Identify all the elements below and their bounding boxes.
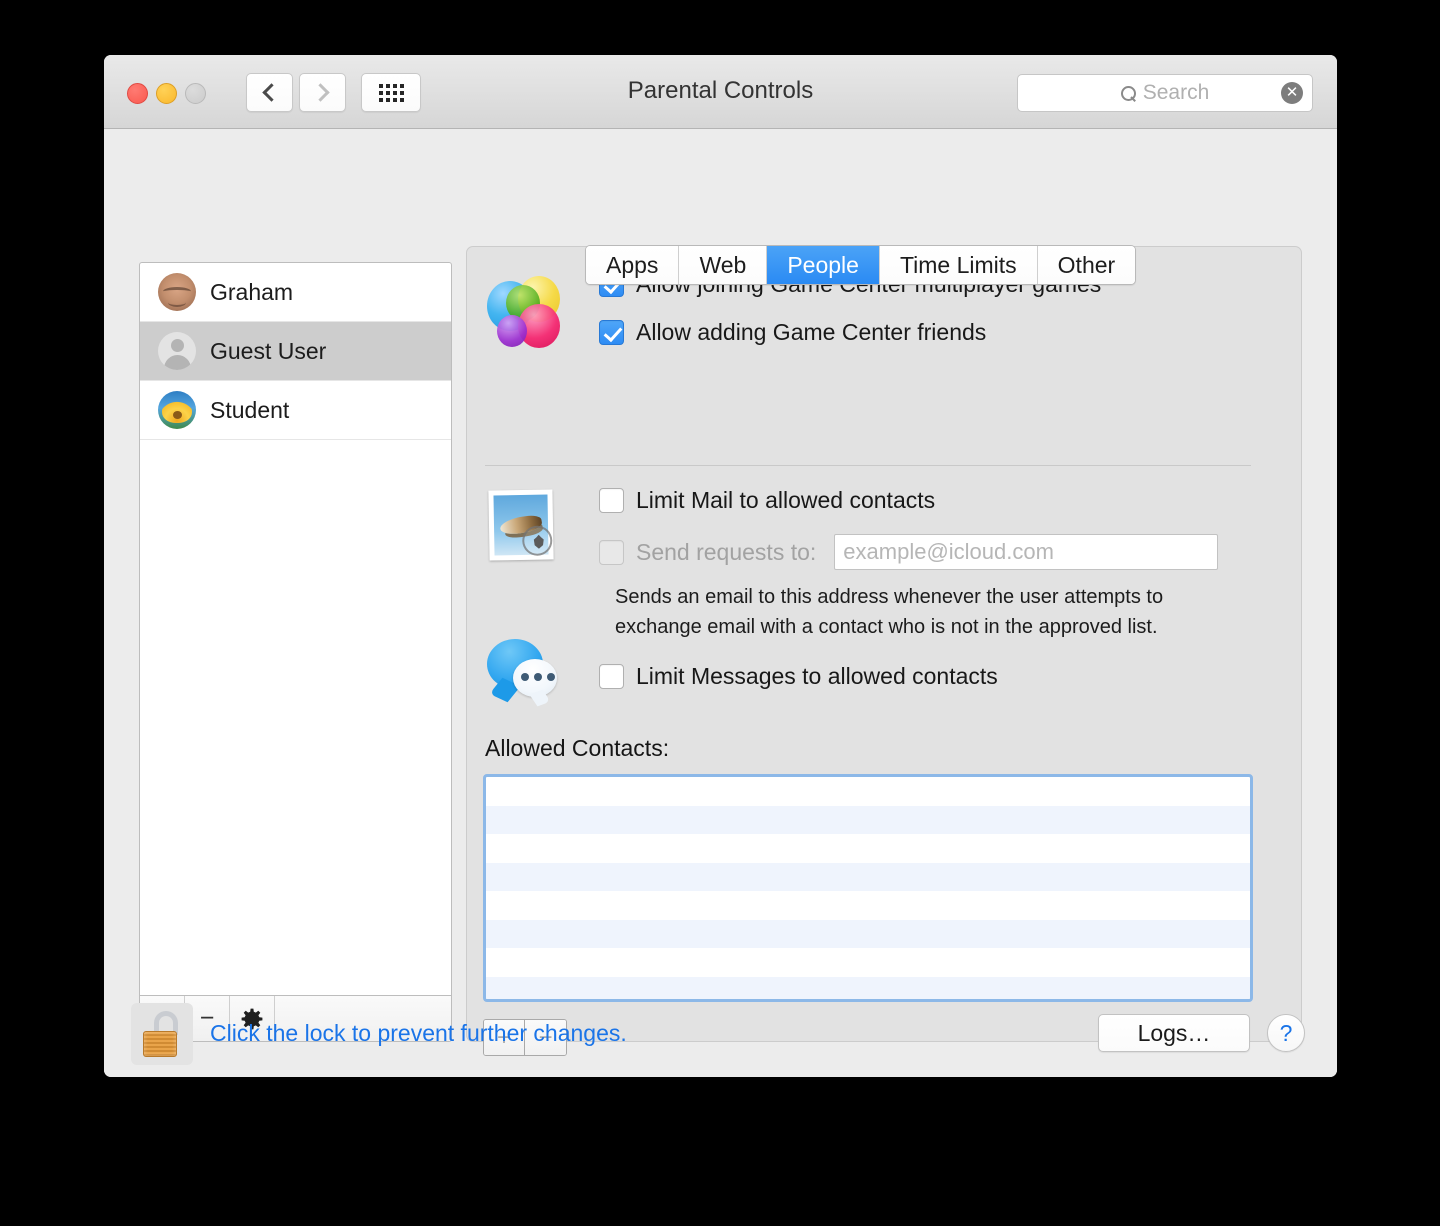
lock-button[interactable] [131,1003,193,1065]
send-requests-email-input[interactable]: example@icloud.com [834,534,1219,570]
parental-controls-window: Parental Controls Search ✕ Graham Guest … [104,55,1337,1077]
tab-people[interactable]: People [767,246,880,284]
list-item[interactable] [486,777,1250,806]
avatar [158,391,196,429]
send-requests-label: Send requests to: [636,538,817,565]
user-name: Graham [210,278,294,305]
messages-section: Limit Messages to allowed contacts [485,637,998,697]
user-sidebar: Graham Guest User Student + − [139,262,452,1042]
user-list: Graham Guest User Student [140,263,451,995]
user-name: Guest User [210,337,327,364]
avatar [158,273,196,311]
limit-messages-label: Limit Messages to allowed contacts [636,662,998,689]
limit-messages-checkbox[interactable] [599,663,624,689]
limit-messages-row[interactable]: Limit Messages to allowed contacts [599,661,998,691]
tab-web[interactable]: Web [679,246,768,284]
tab-time-limits[interactable]: Time Limits [879,246,1038,284]
send-requests-checkbox[interactable] [599,539,624,565]
messages-icon [485,637,561,713]
search-placeholder: Search [1142,81,1210,104]
list-item[interactable] [486,834,1250,863]
game-center-icon [485,275,561,351]
list-item[interactable] [486,891,1250,920]
user-name: Student [210,396,290,423]
help-button[interactable]: ? [1267,1014,1305,1052]
list-item[interactable] [486,805,1250,834]
avatar [158,332,196,370]
search-field[interactable]: Search ✕ [1017,74,1313,112]
allow-friends-label: Allow adding Game Center friends [636,318,987,345]
limit-mail-row[interactable]: Limit Mail to allowed contacts [599,485,1218,515]
allow-friends-checkbox[interactable] [599,319,624,345]
window-body: Graham Guest User Student + − [104,129,1337,1077]
mail-help-text: Sends an email to this address whenever … [615,582,1218,642]
limit-mail-checkbox[interactable] [599,487,624,513]
list-item[interactable] [486,948,1250,977]
logs-button[interactable]: Logs… [1098,1014,1250,1052]
mail-stamp-icon [485,487,561,563]
sidebar-item-guest-user[interactable]: Guest User [140,322,451,381]
send-requests-row[interactable]: Send requests to: example@icloud.com [599,534,1219,570]
mail-section: Limit Mail to allowed contacts Send requ… [485,485,1219,642]
settings-tabs: Apps Web People Time Limits Other [585,245,1137,285]
tab-apps[interactable]: Apps [586,246,680,284]
sidebar-item-student[interactable]: Student [140,381,451,440]
titlebar: Parental Controls Search ✕ [104,55,1337,129]
list-item[interactable] [486,976,1250,999]
people-settings-panel: Allow joining Game Center multiplayer ga… [466,246,1302,1056]
lock-status-text: Click the lock to prevent further change… [210,1020,627,1046]
tab-other[interactable]: Other [1037,246,1136,284]
allow-friends-row[interactable]: Allow adding Game Center friends [599,317,1101,347]
allowed-contacts-label: Allowed Contacts: [485,735,670,761]
search-icon [1120,85,1136,101]
list-item[interactable] [486,862,1250,891]
list-item[interactable] [486,919,1250,948]
sidebar-item-graham[interactable]: Graham [140,263,451,322]
limit-mail-label: Limit Mail to allowed contacts [636,486,936,513]
mail-help-line-1: Sends an email to this address whenever … [615,586,1164,608]
unlocked-padlock-icon [142,1011,182,1057]
allowed-contacts-list[interactable] [483,774,1253,1002]
section-divider [485,465,1251,466]
clear-search-button[interactable]: ✕ [1281,82,1303,104]
